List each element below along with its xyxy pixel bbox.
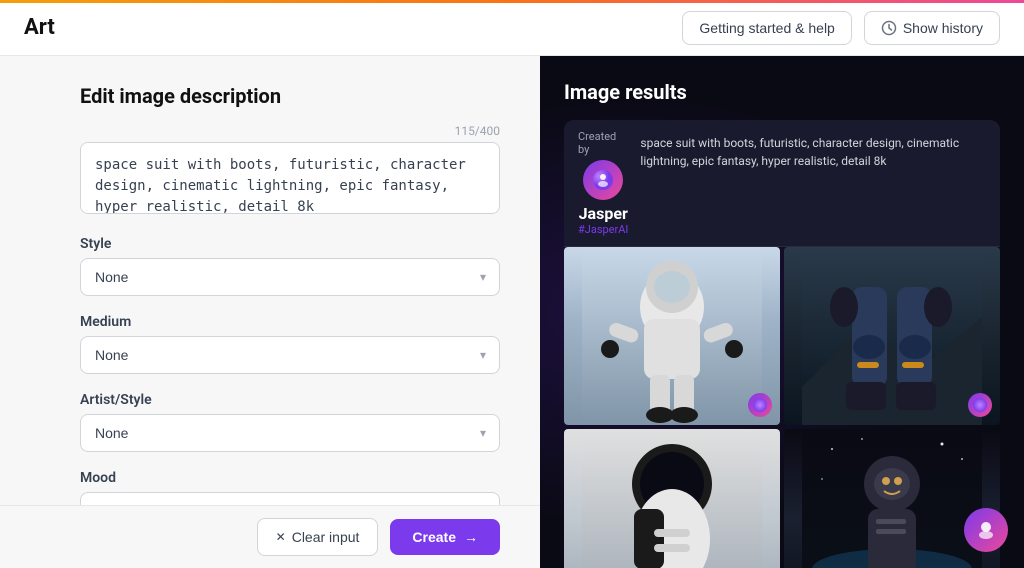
image-watermark-2 <box>968 393 992 417</box>
left-panel: Edit image description 115/400 space sui… <box>0 56 540 568</box>
clock-icon <box>881 20 897 36</box>
right-panel: Image results Created by <box>540 56 1024 568</box>
mood-label: Mood <box>80 470 500 486</box>
created-by-banner: Created by <box>564 120 1000 247</box>
astronaut-image-4 <box>784 429 1000 568</box>
app-title: Art <box>24 15 55 40</box>
show-history-label: Show history <box>903 20 983 36</box>
image-watermark-1 <box>748 393 772 417</box>
image-results-title: Image results <box>564 80 1000 104</box>
jasper-float-icon <box>975 519 997 541</box>
created-by-label: Created by <box>578 130 628 156</box>
main-layout: Edit image description 115/400 space sui… <box>0 56 1024 568</box>
topbar-right: Getting started & help Show history <box>682 11 1000 45</box>
artist-style-select[interactable]: None <box>80 414 500 452</box>
astronaut-image-2 <box>784 247 1000 425</box>
medium-select-wrapper: None ▾ <box>80 336 500 374</box>
astronaut-image-1 <box>564 247 780 425</box>
create-label: Create <box>412 529 456 545</box>
jasper-tag: #JasperAI <box>578 223 628 236</box>
image-cell-3[interactable] <box>564 429 780 568</box>
arrow-right-icon: → <box>464 529 478 545</box>
description-input[interactable]: space suit with boots, futuristic, chara… <box>80 142 500 214</box>
style-label: Style <box>80 236 500 252</box>
astronaut-image-3 <box>564 429 780 568</box>
bottom-actions: ✕ Clear input Create → <box>0 505 540 568</box>
medium-select[interactable]: None <box>80 336 500 374</box>
image-cell-2[interactable] <box>784 247 1000 425</box>
image-cell-1[interactable] <box>564 247 780 425</box>
artist-style-select-wrapper: None ▾ <box>80 414 500 452</box>
section-title: Edit image description <box>80 84 500 108</box>
x-icon: ✕ <box>276 530 286 544</box>
getting-started-button[interactable]: Getting started & help <box>682 11 851 45</box>
getting-started-label: Getting started & help <box>699 20 834 36</box>
style-field-group: Style None ▾ <box>80 236 500 296</box>
image-grid <box>564 247 1000 568</box>
banner-description: space suit with boots, futuristic, chara… <box>640 130 986 170</box>
clear-input-label: Clear input <box>292 529 360 545</box>
created-by-left: Created by <box>578 130 628 236</box>
medium-field-group: Medium None ▾ <box>80 314 500 374</box>
topbar: Art Getting started & help Show history <box>0 0 1024 56</box>
style-select[interactable]: None <box>80 258 500 296</box>
artist-style-label: Artist/Style <box>80 392 500 408</box>
create-button[interactable]: Create → <box>390 519 500 555</box>
floating-action-button[interactable] <box>964 508 1008 552</box>
show-history-button[interactable]: Show history <box>864 11 1000 45</box>
image-cell-4[interactable] <box>784 429 1000 568</box>
results-container: Created by <box>564 120 1000 568</box>
char-count: 115/400 <box>80 124 500 138</box>
artist-style-field-group: Artist/Style None ▾ <box>80 392 500 452</box>
jasper-name: Jasper <box>579 204 628 223</box>
medium-label: Medium <box>80 314 500 330</box>
clear-input-button[interactable]: ✕ Clear input <box>257 518 379 556</box>
style-select-wrapper: None ▾ <box>80 258 500 296</box>
jasper-logo <box>583 160 623 200</box>
